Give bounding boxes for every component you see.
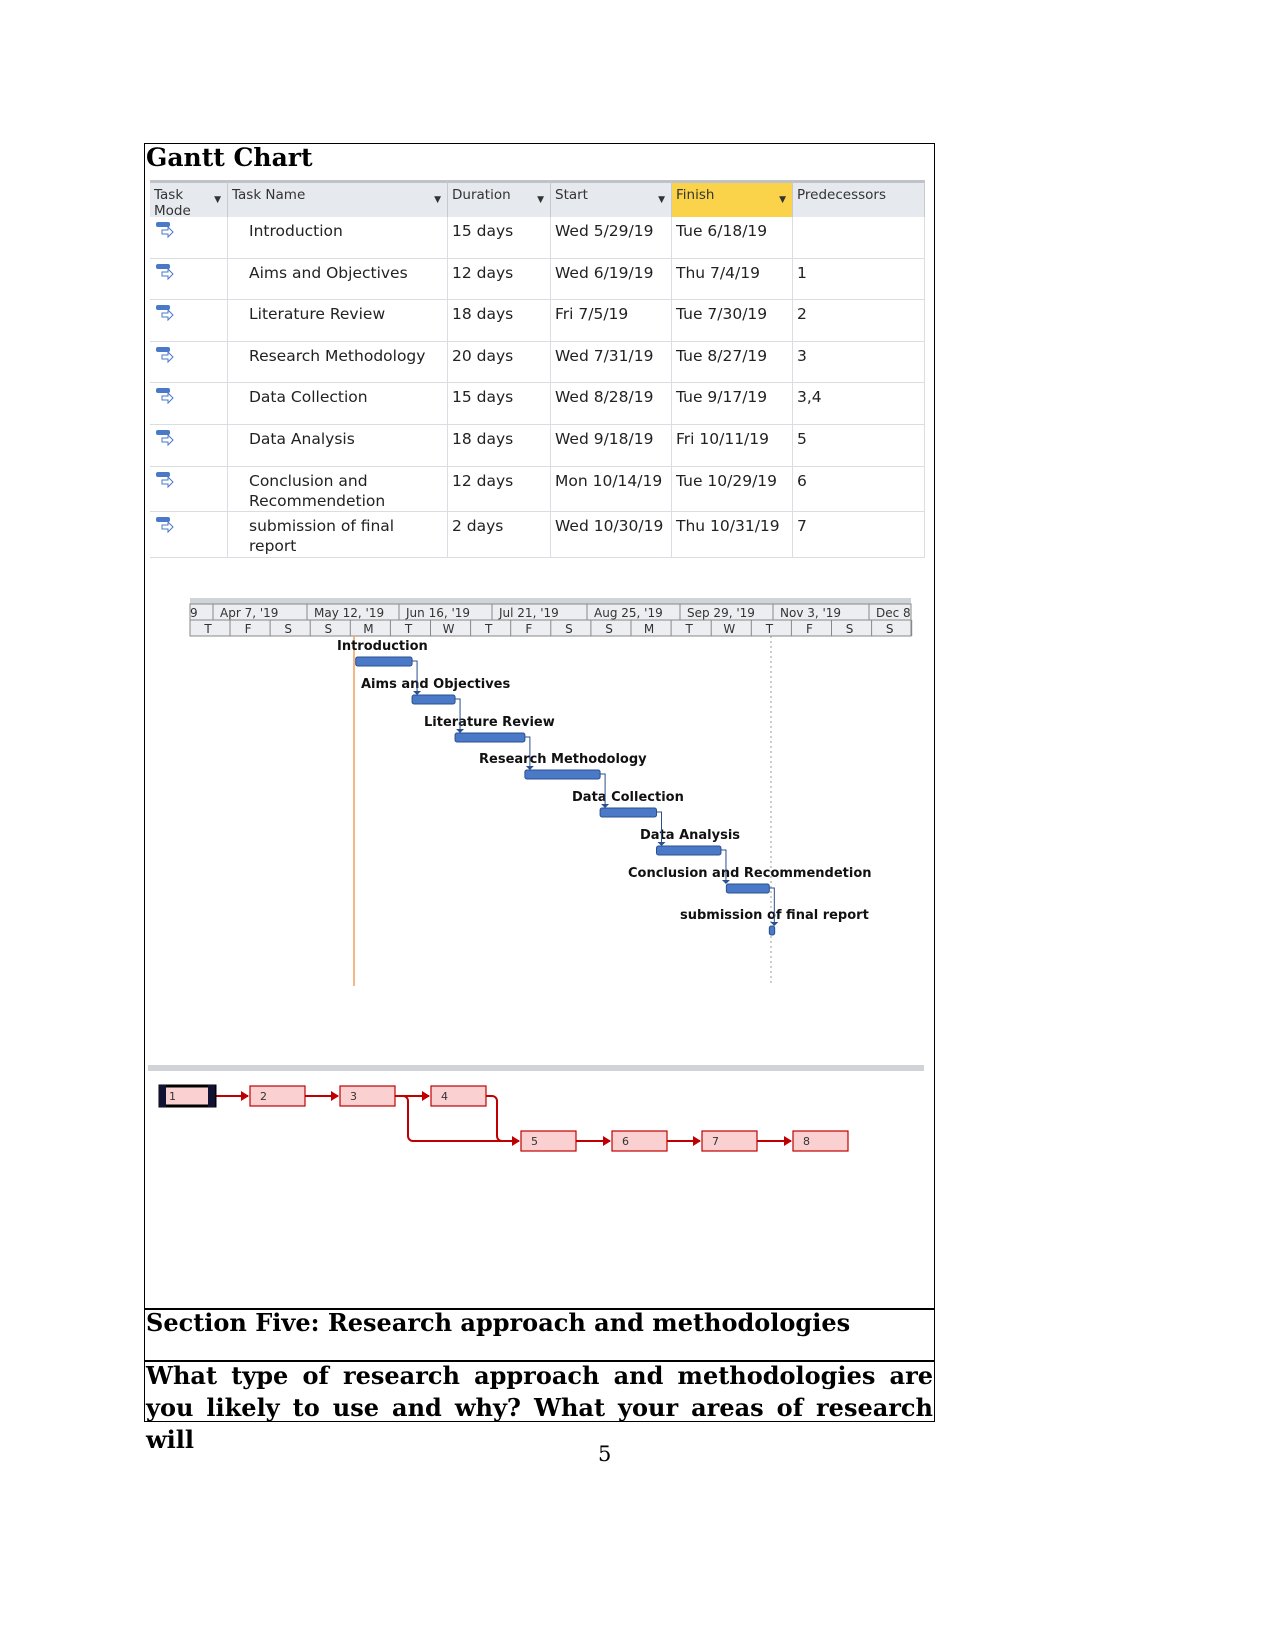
- network-node[interactable]: [520, 1130, 577, 1152]
- arrow-head-icon: [657, 842, 666, 846]
- timeline-day-label: T: [765, 622, 774, 636]
- timeline-week-label: 9: [190, 606, 198, 620]
- node-selection-marker: [159, 1085, 166, 1107]
- gantt-task-bar[interactable]: [524, 769, 601, 780]
- timeline-day-label: S: [565, 622, 573, 636]
- document-page: Gantt Chart Task Mode ▼ Task Name ▼ Duration…: [0, 0, 1275, 1651]
- arrow-head-icon: [413, 691, 422, 695]
- gantt-task-bar[interactable]: [355, 656, 413, 667]
- timeline-day-label: M: [363, 622, 373, 636]
- network-node-id: 8: [803, 1135, 810, 1148]
- arrow-head-icon: [721, 880, 730, 884]
- network-node-id: 5: [531, 1135, 538, 1148]
- gantt-task-bar[interactable]: [599, 807, 658, 818]
- timeline-day-label: F: [525, 622, 532, 636]
- arrow-head-icon: [525, 766, 534, 770]
- timeline-day-label: W: [443, 622, 455, 636]
- gantt-bar-label: Data Collection: [572, 790, 684, 805]
- timeline-day-label: W: [723, 622, 735, 636]
- timeline-week-label: May 12, '19: [314, 606, 384, 620]
- timeline-week-label: Nov 3, '19: [780, 606, 841, 620]
- gantt-bar-label: Research Methodology: [479, 752, 647, 767]
- gantt-task-bar[interactable]: [454, 732, 526, 743]
- network-node-id: 3: [350, 1090, 357, 1103]
- arrow-head-icon: [601, 804, 610, 808]
- network-node-id: 2: [260, 1090, 267, 1103]
- arrow-head-icon: [770, 922, 779, 926]
- arrow-head-icon: [603, 1136, 611, 1146]
- timeline-week-label: Aug 25, '19: [594, 606, 663, 620]
- timeline-day-label: S: [886, 622, 894, 636]
- gantt-bar-label: Data Analysis: [640, 828, 740, 843]
- gantt-bar-label: Literature Review: [424, 715, 555, 730]
- network-node-id: 6: [622, 1135, 629, 1148]
- gantt-bar-label: Conclusion and Recommendetion: [628, 866, 872, 881]
- gantt-task-bar[interactable]: [768, 925, 776, 936]
- timeline-day-label: T: [404, 622, 413, 636]
- network-separator: [148, 1065, 924, 1071]
- timeline-week-label: Apr 7, '19: [220, 606, 278, 620]
- question-text: What type of research approach and metho…: [146, 1361, 933, 1454]
- gantt-task-bar[interactable]: [411, 694, 456, 705]
- network-node-id: 1: [169, 1090, 176, 1103]
- timeline-day-label: F: [806, 622, 813, 636]
- network-node[interactable]: [611, 1130, 668, 1152]
- timeline-day-label: S: [284, 622, 292, 636]
- timeline-top-bar: [190, 598, 911, 604]
- timeline-day-label: M: [644, 622, 654, 636]
- timeline-day-label: T: [484, 622, 493, 636]
- timeline-day-label: T: [203, 622, 212, 636]
- timeline-day-label: S: [605, 622, 613, 636]
- network-node[interactable]: [339, 1085, 396, 1107]
- network-link: [486, 1095, 519, 1142]
- network-node[interactable]: [792, 1130, 849, 1152]
- node-selection-marker: [208, 1085, 215, 1107]
- section-heading: Section Five: Research approach and meth…: [146, 1308, 851, 1337]
- page-number: 5: [598, 1442, 612, 1466]
- network-node-id: 4: [441, 1090, 448, 1103]
- arrow-head-icon: [784, 1136, 792, 1146]
- gantt-chart: 9 Apr 7, '19 May 12, '19 Jun 16, '19 Jul 21,…: [148, 598, 924, 1152]
- timeline-week-label: Dec 8: [876, 606, 911, 620]
- gantt-bar-label: Aims and Objectives: [361, 677, 510, 692]
- timeline-day-label: S: [846, 622, 854, 636]
- network-node[interactable]: [430, 1085, 487, 1107]
- arrow-head-icon: [693, 1136, 701, 1146]
- timeline-week-label: Jul 21, '19: [498, 606, 559, 620]
- gantt-task-bar[interactable]: [725, 883, 770, 894]
- timeline-day-label: S: [324, 622, 332, 636]
- network-node[interactable]: [701, 1130, 758, 1152]
- timeline-day-label: T: [685, 622, 694, 636]
- arrow-head-icon: [456, 729, 465, 733]
- gantt-bar-label: Introduction: [337, 639, 428, 654]
- arrow-head-icon: [422, 1091, 430, 1101]
- gantt-task-bar[interactable]: [656, 845, 722, 856]
- network-node-id: 7: [712, 1135, 719, 1148]
- arrow-head-icon: [241, 1091, 249, 1101]
- network-node[interactable]: [249, 1085, 306, 1107]
- timeline-week-label: Sep 29, '19: [687, 606, 755, 620]
- timeline-week-label: Jun 16, '19: [405, 606, 470, 620]
- arrow-head-icon: [331, 1091, 339, 1101]
- timeline-day-label: F: [245, 622, 252, 636]
